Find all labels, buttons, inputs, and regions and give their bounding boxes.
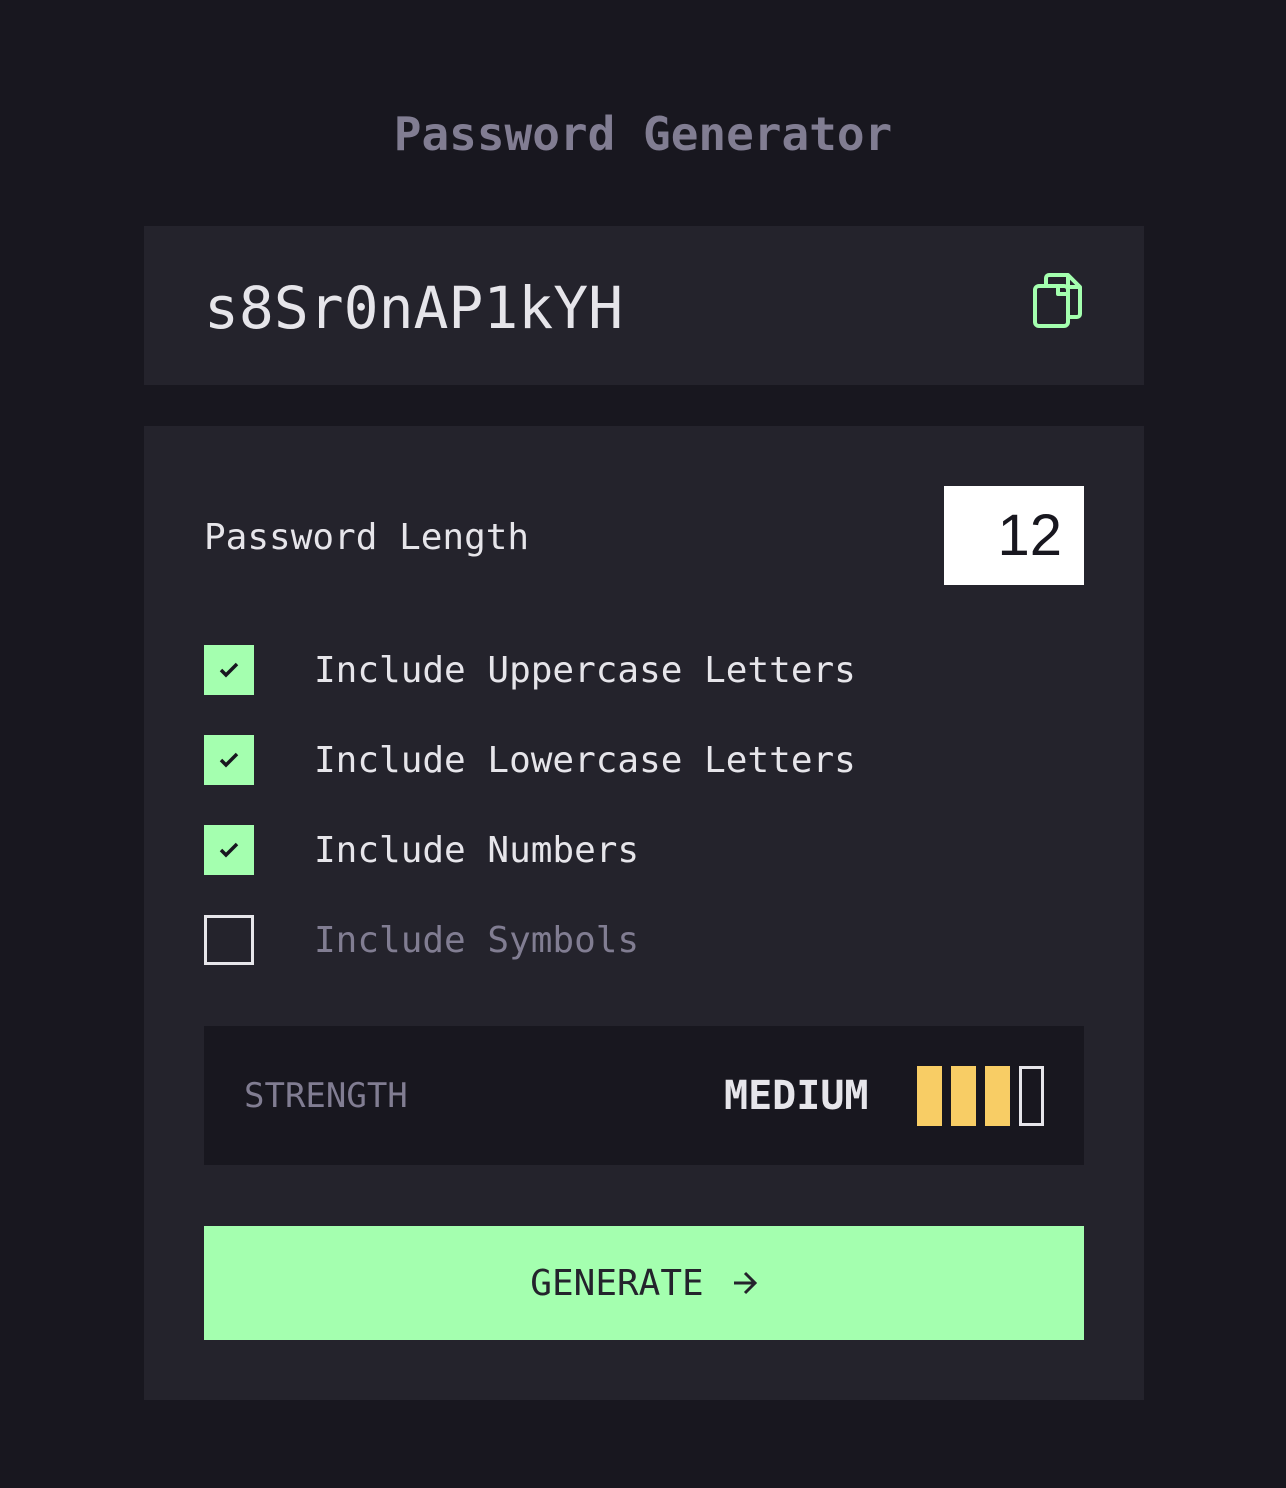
generated-password: s8Sr0nAP1kYH — [204, 274, 624, 342]
strength-label: STRENGTH — [244, 1076, 408, 1116]
arrow-right-icon — [732, 1271, 758, 1295]
numbers-label: Include Numbers — [314, 830, 640, 871]
option-uppercase[interactable]: Include Uppercase Letters — [204, 645, 1084, 697]
copy-button[interactable] — [1028, 270, 1088, 336]
page-title: Password Generator — [393, 107, 893, 161]
symbols-label: Include Symbols — [314, 920, 640, 961]
symbols-checkbox[interactable] — [204, 915, 254, 965]
password-length-label: Password Length — [204, 517, 530, 558]
strength-bar — [985, 1066, 1010, 1126]
strength-value: MEDIUM — [724, 1073, 869, 1119]
lowercase-checkbox[interactable] — [204, 735, 254, 785]
uppercase-label: Include Uppercase Letters — [314, 650, 856, 691]
checkmark-icon — [219, 842, 239, 858]
copy-icon — [1032, 272, 1084, 334]
option-symbols[interactable]: Include Symbols — [204, 915, 1084, 967]
password-length-input[interactable]: 12 — [944, 486, 1084, 585]
generate-button[interactable]: GENERATE — [204, 1226, 1084, 1340]
strength-meter: STRENGTH MEDIUM — [204, 1026, 1084, 1165]
option-numbers[interactable]: Include Numbers — [204, 825, 1084, 877]
strength-bar — [1019, 1066, 1044, 1126]
strength-bar — [951, 1066, 976, 1126]
strength-bar — [917, 1066, 942, 1126]
password-display: s8Sr0nAP1kYH — [144, 226, 1144, 385]
checkmark-icon — [219, 752, 239, 768]
numbers-checkbox[interactable] — [204, 825, 254, 875]
settings-panel: Password Length 12 Include Uppercase Let… — [144, 426, 1144, 1400]
uppercase-checkbox[interactable] — [204, 645, 254, 695]
checkmark-icon — [219, 662, 239, 678]
lowercase-label: Include Lowercase Letters — [314, 740, 856, 781]
generate-label: GENERATE — [530, 1262, 704, 1304]
option-lowercase[interactable]: Include Lowercase Letters — [204, 735, 1084, 787]
